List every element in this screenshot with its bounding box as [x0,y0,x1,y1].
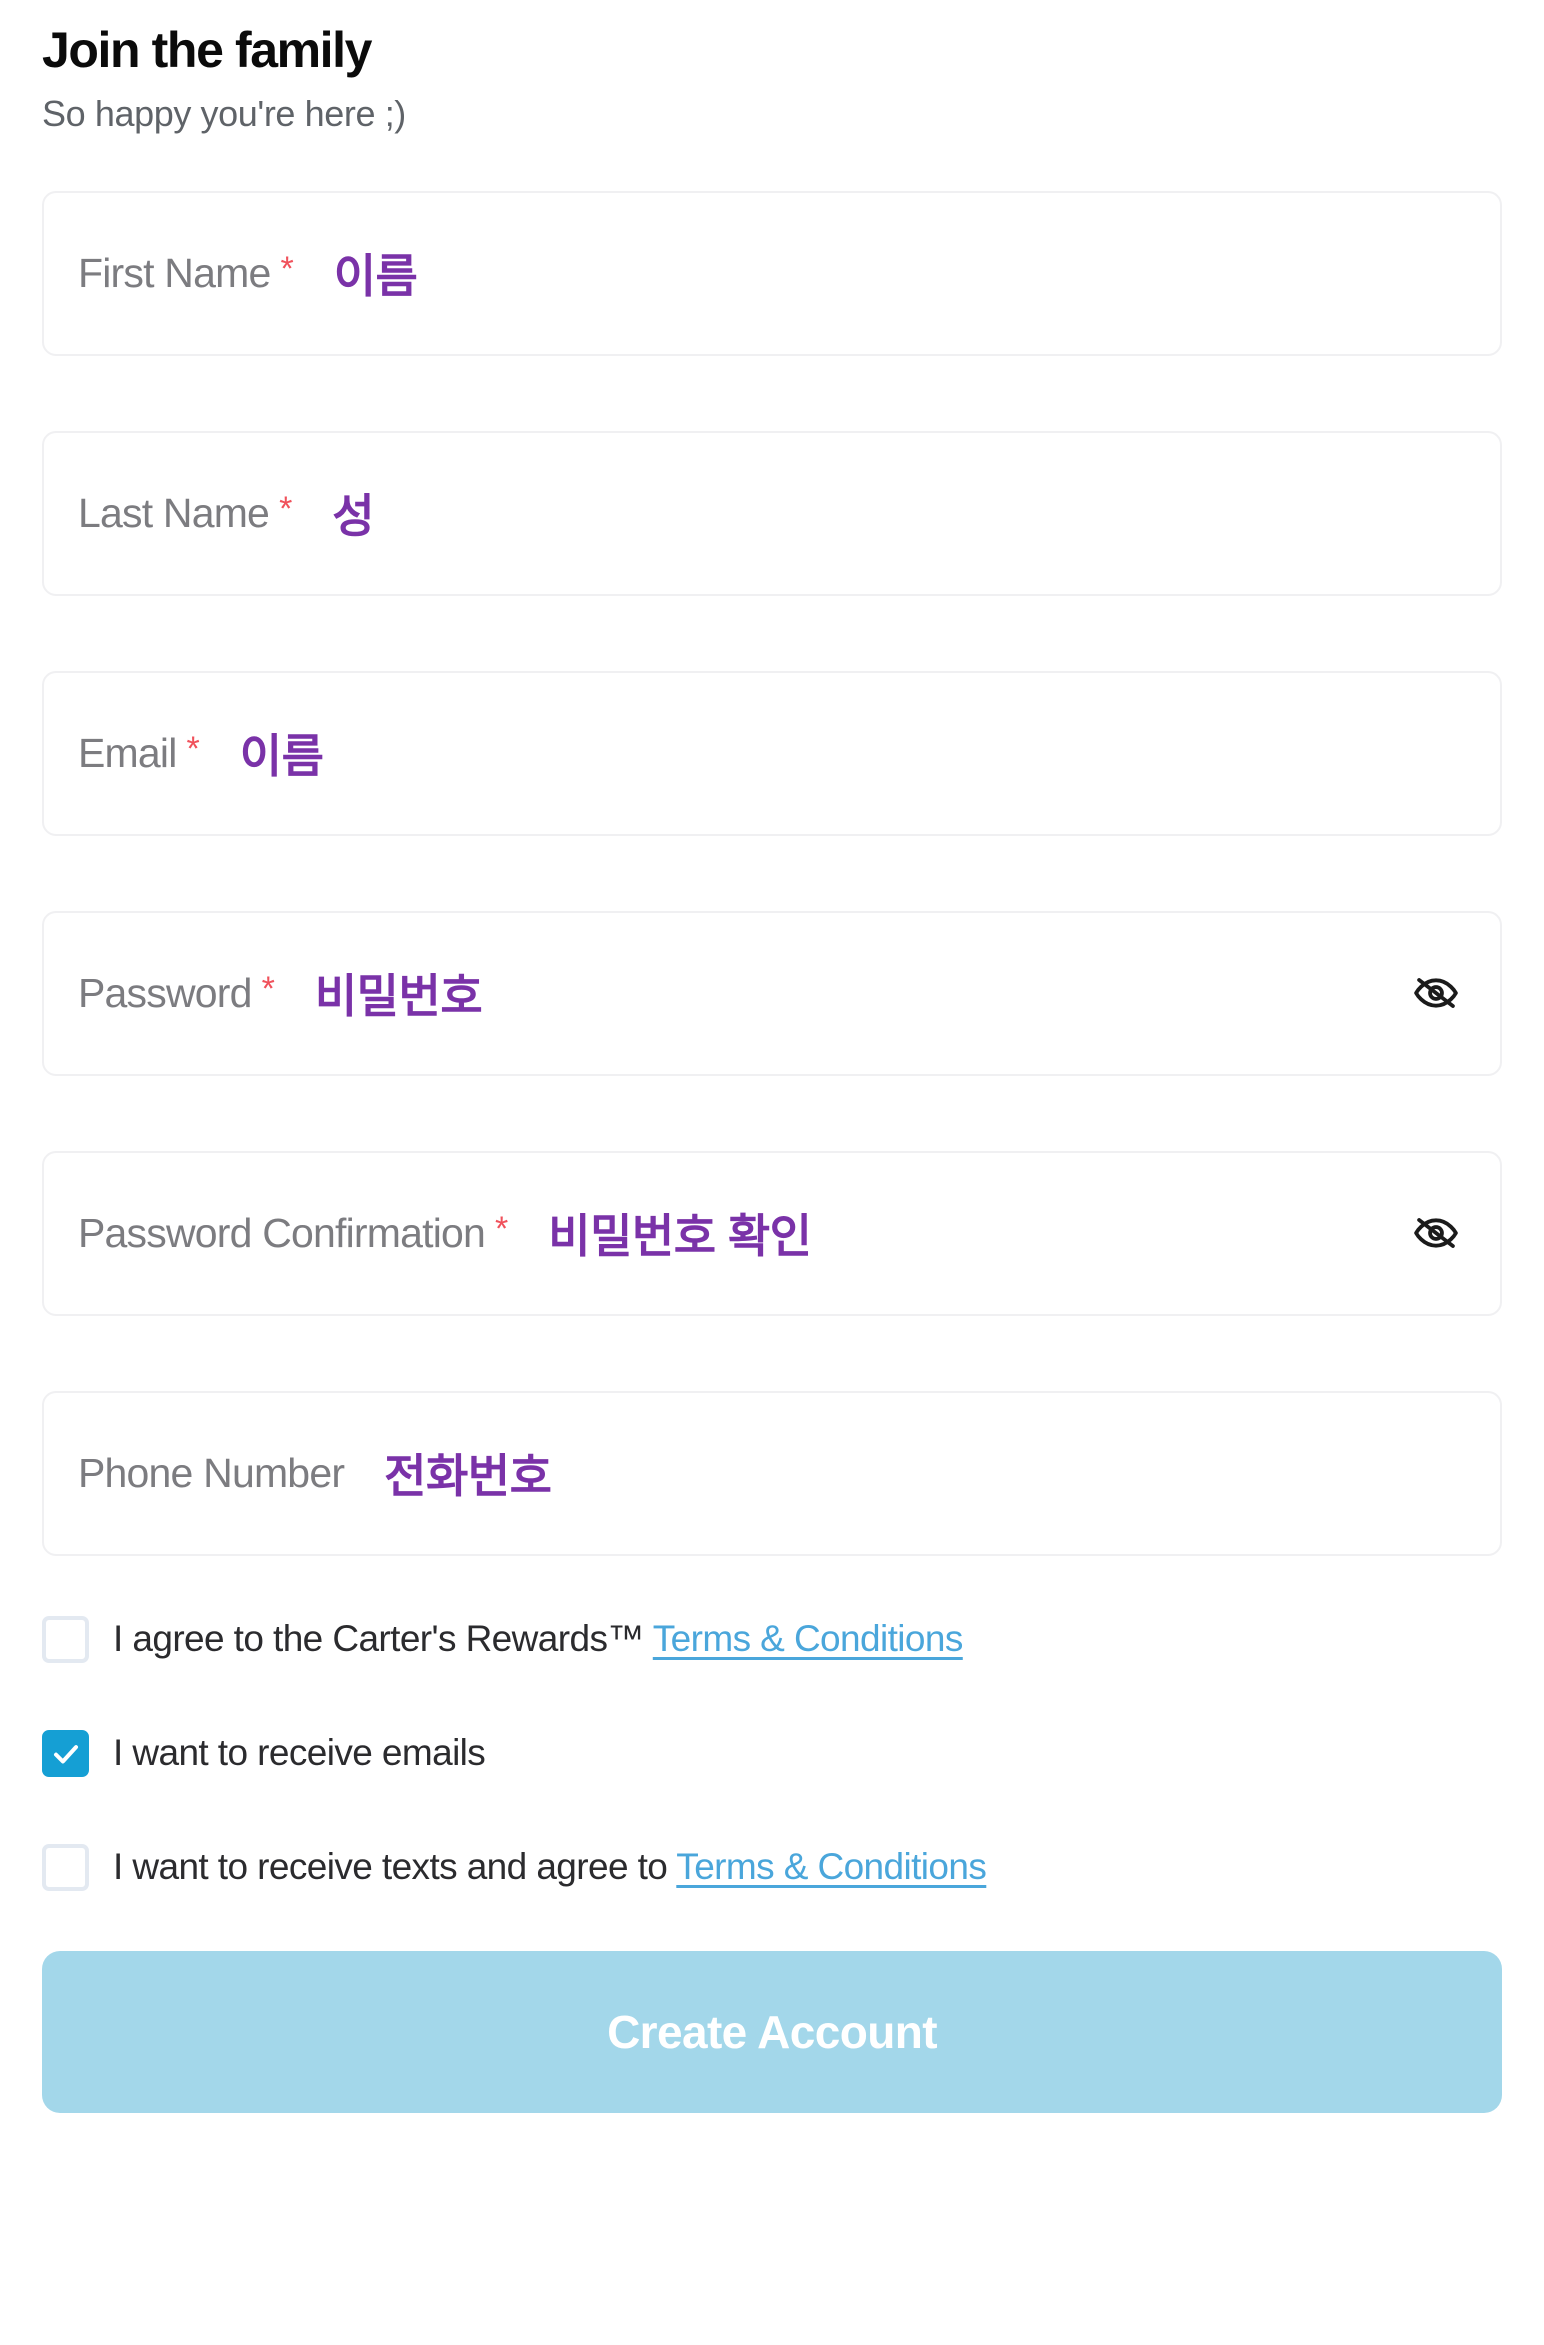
page-title: Join the family [42,22,372,78]
checkbox-label-receive-emails: I want to receive emails [113,1732,486,1774]
field-first-name[interactable]: First Name * 이름 [42,190,1502,356]
label-password: Password [78,969,252,1016]
consent-checkboxes: I agree to the Carter's Rewards™ Terms &… [42,1609,1502,1899]
checkbox-label-receive-texts: I want to receive texts and agree to Ter… [113,1846,987,1888]
label-last-name: Last Name [78,489,270,536]
page-subtitle: So happy you're here ;) [42,92,406,134]
checkbox-text-rewards-terms: I agree to the Carter's Rewards™ [113,1618,653,1660]
required-indicator: * [261,969,275,1008]
terms-conditions-link[interactable]: Terms & Conditions [653,1618,964,1659]
field-phone-number[interactable]: Phone Number 전화번호 [42,1390,1502,1556]
form-fields: First Name * 이름 Last Name * 성 Email * 이름… [42,190,1502,1556]
page-header: Join the family So happy you're here ;) [42,0,1502,135]
checkbox-receive-emails[interactable] [42,1730,89,1778]
checkbox-receive-texts[interactable] [42,1844,89,1892]
field-password[interactable]: Password * 비밀번호 [42,910,1502,1076]
required-indicator: * [495,1209,509,1248]
checkbox-label-rewards-terms: I agree to the Carter's Rewards™ Terms &… [113,1618,964,1660]
terms-conditions-link[interactable]: Terms & Conditions [676,1846,987,1887]
annotation-last-name: 성 [332,490,375,543]
signup-page: Join the family So happy you're here ;) … [0,0,1544,2345]
checkbox-text-receive-texts: I want to receive texts and agree to [113,1846,677,1888]
field-last-name[interactable]: Last Name * 성 [42,430,1502,596]
required-indicator: * [280,249,294,288]
annotation-phone-number: 전화번호 [384,1450,552,1503]
annotation-password: 비밀번호 [314,970,483,1023]
annotation-password-confirmation: 비밀번호 확인 [548,1210,812,1263]
field-email[interactable]: Email * 이름 [42,670,1502,836]
eye-off-icon[interactable] [1412,1209,1460,1257]
checkbox-rewards-terms[interactable] [42,1616,89,1664]
label-phone-number: Phone Number [78,1449,345,1496]
field-password-confirmation[interactable]: Password Confirmation * 비밀번호 확인 [42,1150,1502,1316]
create-account-button[interactable]: Create Account [42,1950,1502,2113]
label-password-confirmation: Password Confirmation [78,1209,486,1256]
eye-off-icon[interactable] [1412,969,1460,1017]
checkbox-row-receive-emails[interactable]: I want to receive emails [42,1723,1502,1785]
checkbox-row-receive-texts[interactable]: I want to receive texts and agree to Ter… [42,1837,1502,1899]
checkbox-row-rewards-terms[interactable]: I agree to the Carter's Rewards™ Terms &… [42,1609,1502,1671]
label-email: Email [78,729,177,776]
annotation-first-name: 이름 [333,250,418,303]
label-first-name: First Name [78,249,271,296]
required-indicator: * [186,729,200,768]
required-indicator: * [279,489,293,528]
annotation-email: 이름 [239,730,324,783]
